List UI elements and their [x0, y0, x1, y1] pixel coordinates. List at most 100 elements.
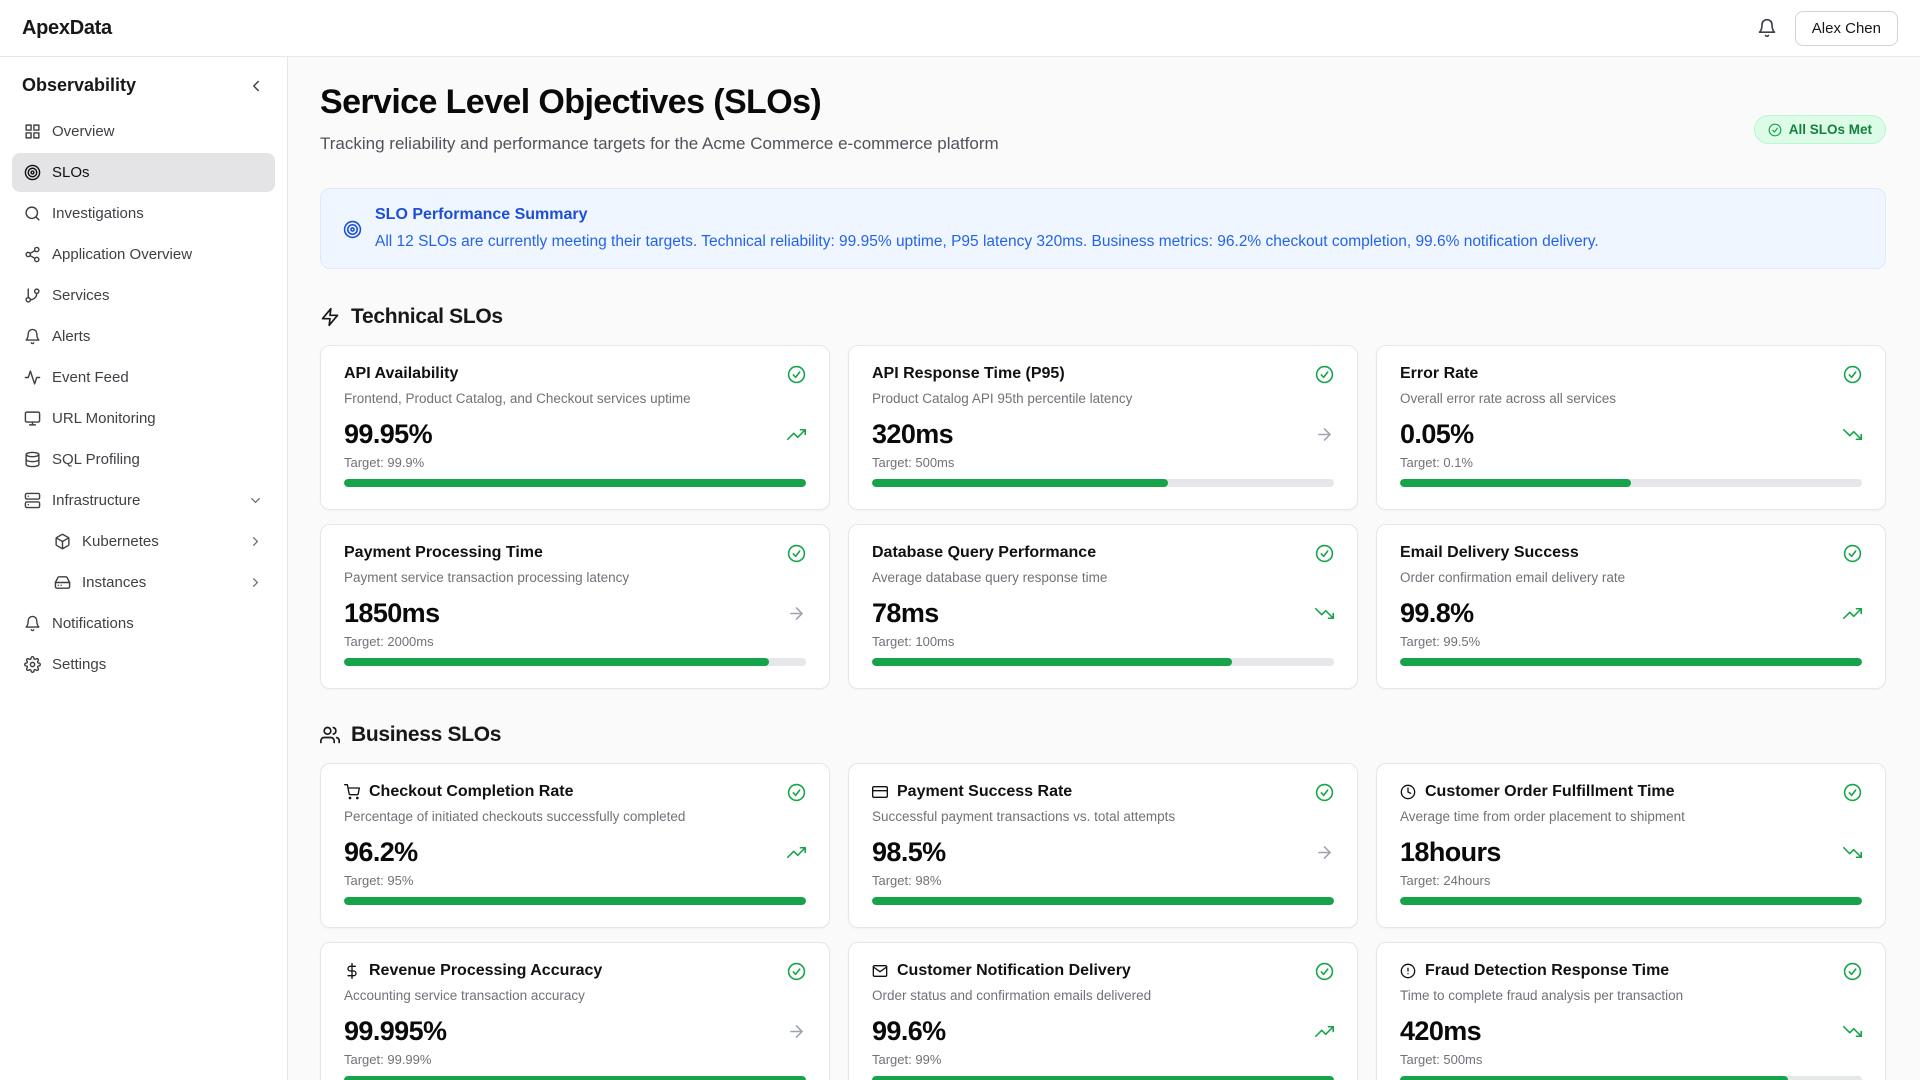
- slo-card-error-rate: Error Rate Overall error rate across all…: [1376, 345, 1886, 510]
- slo-progress-bar: [344, 897, 806, 905]
- slo-current-value: 320ms: [872, 419, 953, 450]
- sidebar-item-label: Settings: [52, 656, 106, 673]
- alert-circle-icon: [1400, 963, 1416, 979]
- sidebar-item-url-monitoring[interactable]: URL Monitoring: [12, 399, 275, 438]
- slo-card-title: Email Delivery Success: [1400, 544, 1579, 562]
- sidebar-item-label: Infrastructure: [52, 492, 140, 509]
- sidebar-item-sql-profiling[interactable]: SQL Profiling: [12, 440, 275, 479]
- slo-card-email-delivery-success: Email Delivery Success Order confirmatio…: [1376, 524, 1886, 689]
- sidebar-item-label: Application Overview: [52, 246, 192, 263]
- clock-icon: [1400, 784, 1416, 800]
- all-slos-met-badge: All SLOs Met: [1754, 115, 1886, 144]
- page-subtitle: Tracking reliability and performance tar…: [320, 134, 999, 154]
- slo-progress-fill: [872, 1076, 1334, 1080]
- slo-card-description: Overall error rate across all services: [1400, 391, 1862, 406]
- trend-down-icon: [1843, 425, 1862, 444]
- slo-card-fraud-detection-response-time: Fraud Detection Response Time Time to co…: [1376, 942, 1886, 1080]
- sidebar-item-application-overview[interactable]: Application Overview: [12, 235, 275, 274]
- trend-down-icon: [1315, 604, 1334, 623]
- main-content: Service Level Objectives (SLOs) Tracking…: [288, 57, 1920, 1080]
- slo-card-description: Order status and confirmation emails del…: [872, 988, 1334, 1003]
- hard-drive-icon: [54, 574, 71, 591]
- trend-down-icon: [1843, 1022, 1862, 1041]
- slo-card-title: Database Query Performance: [872, 544, 1096, 562]
- slo-progress-fill: [1400, 897, 1862, 905]
- sidebar-nav: Overview SLOs Investigations Application…: [12, 112, 275, 684]
- sidebar-title: Observability: [22, 75, 136, 96]
- slo-card-database-query-performance: Database Query Performance Average datab…: [848, 524, 1358, 689]
- slo-progress-bar: [1400, 1076, 1862, 1080]
- slo-target-label: Target: 0.1%: [1400, 455, 1862, 470]
- slo-card-checkout-completion-rate: Checkout Completion Rate Percentage of i…: [320, 763, 830, 928]
- slo-progress-fill: [344, 1076, 806, 1080]
- sidebar-item-settings[interactable]: Settings: [12, 645, 275, 684]
- slo-target-label: Target: 98%: [872, 873, 1334, 888]
- app-logo: ApexData: [22, 17, 112, 40]
- slo-card-description: Average database query response time: [872, 570, 1334, 585]
- slo-card-title: Customer Notification Delivery: [897, 962, 1131, 980]
- user-menu-button[interactable]: Alex Chen: [1795, 11, 1898, 46]
- sidebar-collapse-button[interactable]: [247, 77, 265, 95]
- status-met-check-icon: [1315, 962, 1334, 981]
- slo-card-api-response-time-p95: API Response Time (P95) Product Catalog …: [848, 345, 1358, 510]
- sidebar-item-kubernetes[interactable]: Kubernetes: [42, 522, 275, 561]
- slo-card-title: Payment Processing Time: [344, 544, 543, 562]
- database-icon: [24, 451, 41, 468]
- technical-slos-section: Technical SLOs API Availability Frontend…: [320, 305, 1886, 689]
- slo-target-label: Target: 99.99%: [344, 1052, 806, 1067]
- slo-progress-bar: [344, 479, 806, 487]
- slo-card-description: Product Catalog API 95th percentile late…: [872, 391, 1334, 406]
- slo-card-revenue-processing-accuracy: Revenue Processing Accuracy Accounting s…: [320, 942, 830, 1080]
- slo-card-description: Average time from order placement to shi…: [1400, 809, 1862, 824]
- slo-progress-fill: [1400, 658, 1862, 666]
- sidebar-item-instances[interactable]: Instances: [42, 563, 275, 602]
- slo-current-value: 96.2%: [344, 837, 418, 868]
- check-circle-icon: [1768, 123, 1782, 137]
- status-met-check-icon: [787, 365, 806, 384]
- search-icon: [24, 205, 41, 222]
- slo-target-label: Target: 99%: [872, 1052, 1334, 1067]
- slo-progress-fill: [344, 897, 806, 905]
- slo-current-value: 99.95%: [344, 419, 432, 450]
- sidebar-item-investigations[interactable]: Investigations: [12, 194, 275, 233]
- status-met-check-icon: [1843, 962, 1862, 981]
- sidebar-item-label: Overview: [52, 123, 115, 140]
- sidebar-item-label: Event Feed: [52, 369, 129, 386]
- sidebar-item-slos[interactable]: SLOs: [12, 153, 275, 192]
- slo-card-payment-success-rate: Payment Success Rate Successful payment …: [848, 763, 1358, 928]
- bell-icon: [24, 615, 41, 632]
- sidebar-item-label: URL Monitoring: [52, 410, 156, 427]
- sidebar-item-notifications[interactable]: Notifications: [12, 604, 275, 643]
- cart-icon: [344, 784, 360, 800]
- status-met-check-icon: [1315, 783, 1334, 802]
- sidebar-item-label: Services: [52, 287, 110, 304]
- trend-down-icon: [1843, 843, 1862, 862]
- slo-progress-bar: [1400, 658, 1862, 666]
- notifications-bell-button[interactable]: [1757, 18, 1777, 38]
- slo-progress-bar: [872, 479, 1334, 487]
- section-title: Business SLOs: [351, 723, 501, 747]
- share-icon: [24, 246, 41, 263]
- gear-icon: [24, 656, 41, 673]
- slo-progress-fill: [344, 658, 769, 666]
- slo-progress-bar: [872, 897, 1334, 905]
- status-met-check-icon: [1843, 544, 1862, 563]
- sidebar-item-event-feed[interactable]: Event Feed: [12, 358, 275, 397]
- activity-icon: [24, 369, 41, 386]
- slo-card-customer-order-fulfillment-time: Customer Order Fulfillment Time Average …: [1376, 763, 1886, 928]
- slo-card-title: Customer Order Fulfillment Time: [1425, 783, 1675, 801]
- sidebar-item-infrastructure[interactable]: Infrastructure: [12, 481, 275, 520]
- status-met-check-icon: [1315, 544, 1334, 563]
- slo-progress-fill: [872, 479, 1168, 487]
- git-branch-icon: [24, 287, 41, 304]
- credit-card-icon: [872, 784, 888, 800]
- chevron-down-icon: [248, 493, 263, 508]
- zap-icon: [320, 307, 340, 327]
- slo-progress-bar: [344, 658, 806, 666]
- bell-icon: [1757, 18, 1777, 38]
- sidebar-item-services[interactable]: Services: [12, 276, 275, 315]
- slo-target-label: Target: 95%: [344, 873, 806, 888]
- slo-target-label: Target: 24hours: [1400, 873, 1862, 888]
- sidebar-item-alerts[interactable]: Alerts: [12, 317, 275, 356]
- sidebar-item-overview[interactable]: Overview: [12, 112, 275, 151]
